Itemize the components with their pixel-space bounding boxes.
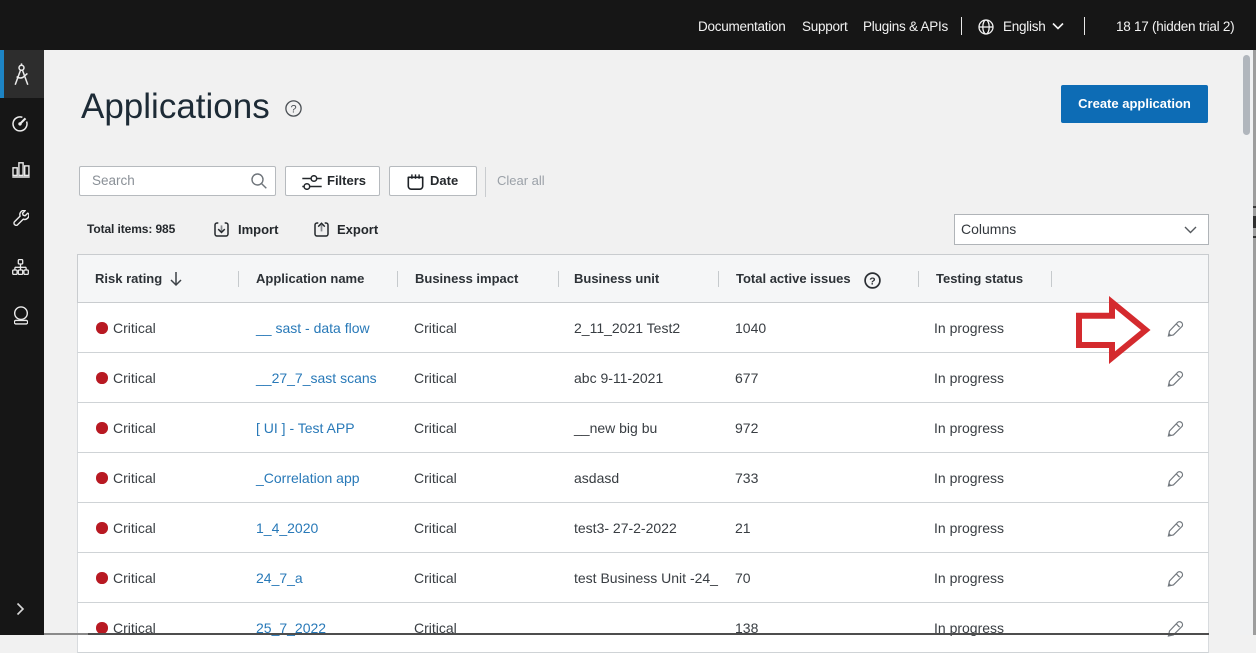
svg-text:?: ? [290,103,296,115]
svg-text:?: ? [869,275,875,287]
